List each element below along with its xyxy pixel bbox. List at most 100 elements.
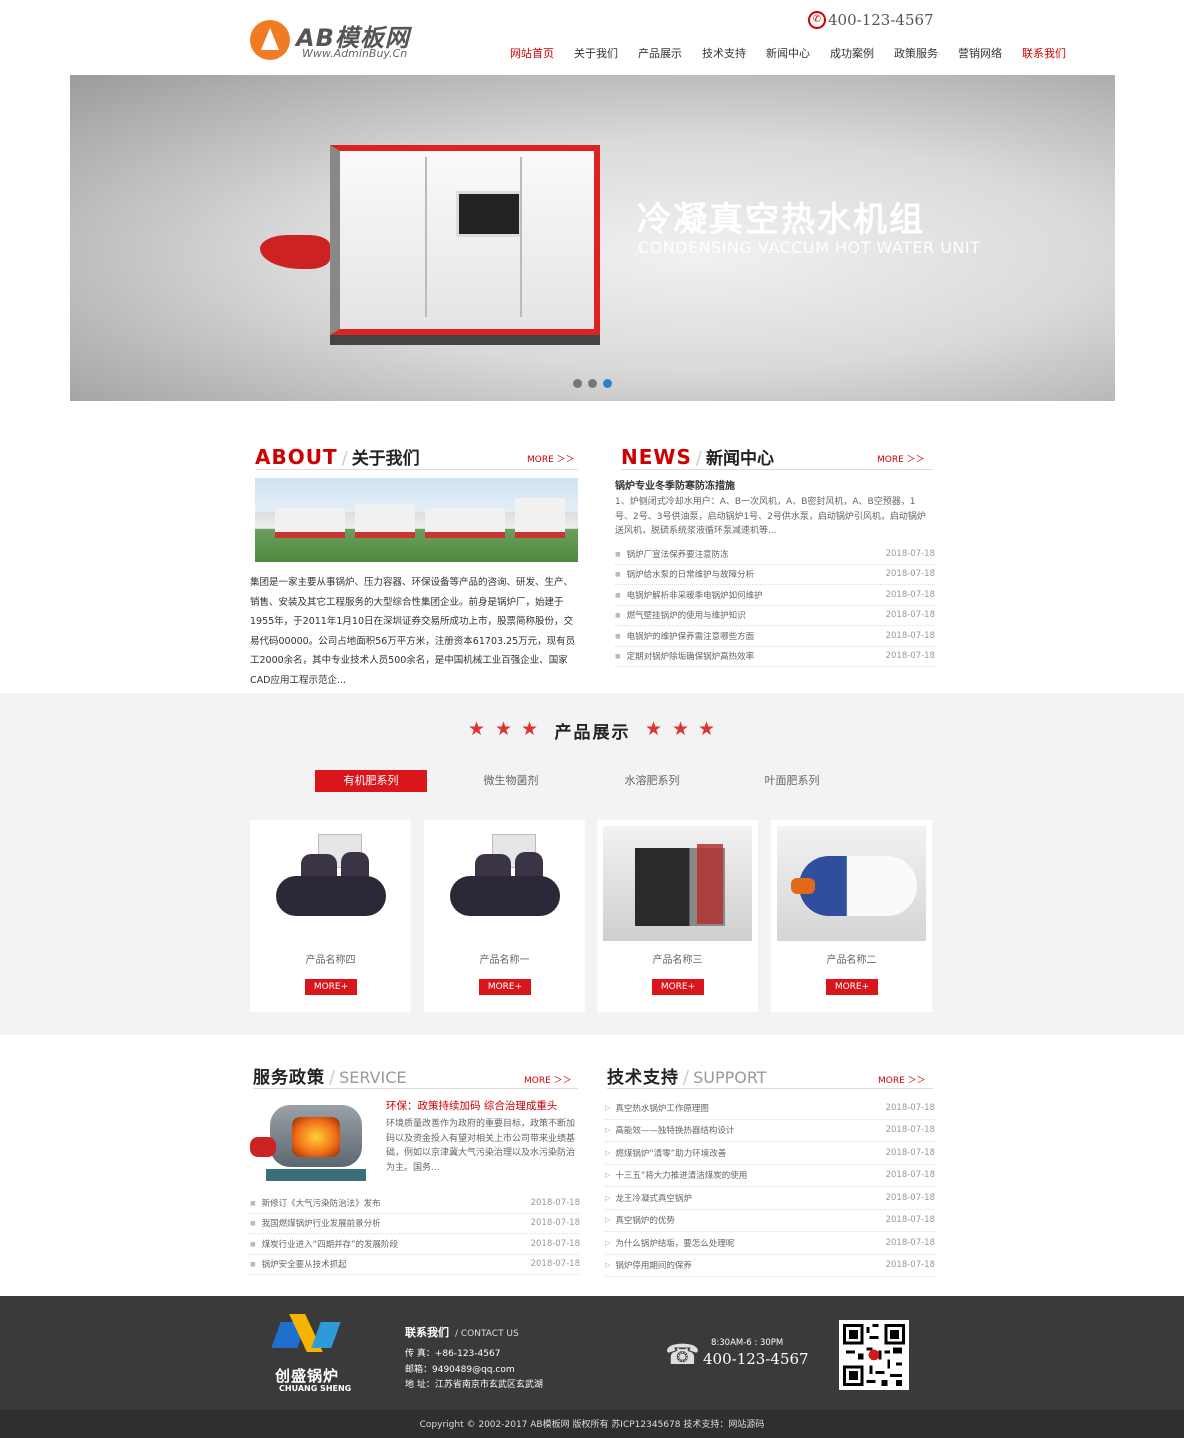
about-text: 集团是一家主要从事锅炉、压力容器、环保设备等产品的咨询、研发、生产、销售、安装及… — [250, 577, 576, 686]
slider-dot[interactable] — [588, 379, 597, 388]
service-summary: 环境质量改善作为政府的重要目标，政策不断加码以及资金投入有望对相关上市公司带来业… — [386, 1119, 576, 1173]
banner-title: 冷凝真空热水机组 — [637, 200, 925, 240]
support-list-item[interactable]: 龙王冷凝式真空锅炉2018-07-18 — [605, 1187, 935, 1210]
about-title-en: ABOUT — [255, 445, 338, 469]
support-title-cn: 技术支持 — [607, 1068, 679, 1088]
phone-icon: ✆ — [808, 11, 826, 29]
nav-cases[interactable]: 成功案例 — [820, 46, 884, 62]
telephone-icon: ☎ — [665, 1338, 700, 1371]
service-list-item[interactable]: 锅炉安全要从技术抓起2018-07-18 — [250, 1255, 580, 1275]
service-header: 服务政策 / SERVICE MORE ＞＞ — [253, 1063, 578, 1089]
products-section — [0, 693, 1184, 1035]
product-image[interactable] — [430, 826, 579, 941]
main-nav: 网站首页 关于我们 产品展示 技术支持 新闻中心 成功案例 政策服务 营销网络 … — [500, 46, 1076, 62]
qr-code-icon — [839, 1320, 909, 1390]
news-list-item[interactable]: 锅炉厂宣法保养要注意防冻2018-07-18 — [615, 544, 935, 565]
product-card[interactable]: 产品名称一 MORE+ — [424, 820, 585, 1012]
slider-dot[interactable] — [573, 379, 582, 388]
nav-products[interactable]: 产品展示 — [628, 46, 692, 62]
product-card[interactable]: 产品名称四 MORE+ — [250, 820, 411, 1012]
support-header: 技术支持 / SUPPORT MORE ＞＞ — [607, 1063, 933, 1089]
about-header: ABOUT / 关于我们 MORE ＞＞ — [255, 444, 578, 470]
product-image[interactable] — [256, 826, 405, 941]
product-more-button[interactable]: MORE+ — [479, 979, 531, 995]
service-image[interactable] — [250, 1097, 366, 1187]
tab-organic[interactable]: 有机肥系列 — [315, 770, 427, 792]
news-list-item[interactable]: 定期对锅炉除垢确保锅炉高热效率2018-07-18 — [615, 647, 935, 667]
product-image[interactable] — [603, 826, 752, 941]
nav-policy[interactable]: 政策服务 — [884, 46, 948, 62]
star-icon: ★ — [698, 718, 716, 740]
product-card[interactable]: 产品名称二 MORE+ — [771, 820, 932, 1012]
support-list: 真空热水锅炉工作原理图2018-07-18 高能效——独特换热器结构设计2018… — [605, 1097, 935, 1277]
service-list-item[interactable]: 我国燃煤锅炉行业发展前景分析2018-07-18 — [250, 1214, 580, 1234]
product-more-button[interactable]: MORE+ — [652, 979, 704, 995]
support-more-link[interactable]: MORE ＞＞ — [878, 1073, 926, 1086]
news-list-item[interactable]: 电锅炉解析非采暖季电锅炉如何维护2018-07-18 — [615, 585, 935, 606]
product-name[interactable]: 产品名称二 — [771, 951, 932, 966]
support-list-item[interactable]: 真空锅炉的优势2018-07-18 — [605, 1210, 935, 1232]
footer-phone: 400-123-4567 — [703, 1350, 809, 1368]
service-list: 新修订《大气污染防治法》发布2018-07-18 我国燃煤锅炉行业发展前景分析2… — [250, 1193, 580, 1275]
header-phone: 400-123-4567 — [828, 11, 934, 29]
nav-contact[interactable]: 联系我们 — [1012, 46, 1076, 62]
slider-dot-active[interactable] — [603, 379, 612, 388]
news-title-en: NEWS — [621, 445, 692, 469]
footer-brand: 创盛锅炉 — [275, 1367, 340, 1385]
support-list-item[interactable]: 十三五”将大力推进清洁煤炭的使用2018-07-18 — [605, 1165, 935, 1187]
service-list-item[interactable]: 新修订《大气污染防治法》发布2018-07-18 — [250, 1193, 580, 1214]
star-icon: ★ — [645, 718, 663, 740]
banner-subtitle: CONDENSING VACCUM HOT WATER UNIT — [638, 238, 981, 257]
footer-address: 地 址：江苏省南京市玄武区玄武湖 — [405, 1380, 543, 1390]
slider-dots — [573, 379, 612, 388]
footer-fax: 传 真：+86-123-4567 — [405, 1349, 501, 1359]
news-list-item[interactable]: 锅炉给水泵的日常维护与故障分析2018-07-18 — [615, 565, 935, 585]
service-title-cn: 服务政策 — [253, 1068, 325, 1088]
nav-home[interactable]: 网站首页 — [500, 46, 564, 62]
footer-logo-icon — [271, 1312, 341, 1354]
tab-foliar[interactable]: 叶面肥系列 — [736, 770, 848, 792]
product-card[interactable]: 产品名称三 MORE+ — [597, 820, 758, 1012]
support-list-item[interactable]: 高能效——独特换热器结构设计2018-07-18 — [605, 1120, 935, 1142]
logo-subtitle: Www.AdminBuy.Cn — [302, 47, 408, 60]
news-headline[interactable]: 锅炉专业冬季防寒防冻措施 — [615, 477, 735, 492]
tab-microbial[interactable]: 微生物菌剂 — [455, 770, 567, 792]
news-header: NEWS / 新闻中心 MORE ＞＞ — [621, 444, 933, 470]
logo-icon[interactable] — [250, 20, 290, 60]
about-title-cn: 关于我们 — [351, 449, 420, 469]
star-icon: ★ — [672, 718, 690, 740]
news-summary: 1、炉侧闭式冷却水用户：A、B一次风机，A、B密封风机，A、B空预器，1号、2号… — [615, 497, 926, 536]
nav-support[interactable]: 技术支持 — [692, 46, 756, 62]
about-more-link[interactable]: MORE ＞＞ — [527, 452, 575, 465]
service-title-en: SERVICE — [339, 1068, 407, 1087]
service-list-item[interactable]: 煤炭行业进入“四期并存”的发展阶段2018-07-18 — [250, 1234, 580, 1255]
service-more-link[interactable]: MORE ＞＞ — [524, 1073, 572, 1086]
product-more-button[interactable]: MORE+ — [826, 979, 878, 995]
support-list-item[interactable]: 为什么锅炉结垢，要怎么处理呢2018-07-18 — [605, 1232, 935, 1255]
product-image[interactable] — [777, 826, 926, 941]
news-list-item[interactable]: 燃气壁挂锅炉的使用与维护知识2018-07-18 — [615, 606, 935, 626]
support-list-item[interactable]: 真空热水锅炉工作原理图2018-07-18 — [605, 1097, 935, 1120]
nav-about[interactable]: 关于我们 — [564, 46, 628, 62]
footer-brand-en: CHUANG SHENG — [279, 1384, 352, 1393]
support-list-item[interactable]: 燃煤锅炉“清零”助力环境改善2018-07-18 — [605, 1142, 935, 1165]
news-list-item[interactable]: 电锅炉的维护保养需注意哪些方面2018-07-18 — [615, 626, 935, 647]
footer-contact-info: 传 真：+86-123-4567 邮箱：9490489@qq.com 地 址：江… — [405, 1347, 543, 1394]
nav-network[interactable]: 营销网络 — [948, 46, 1012, 62]
footer-contact-title: 联系我们 / CONTACT US — [405, 1326, 519, 1339]
about-company-photo — [255, 478, 578, 562]
product-name[interactable]: 产品名称四 — [250, 951, 411, 966]
boiler-image — [260, 130, 600, 350]
service-headline[interactable]: 环保：政策持续加码 综合治理成重头 — [386, 1098, 557, 1113]
news-title-cn: 新闻中心 — [705, 449, 774, 469]
product-more-button[interactable]: MORE+ — [305, 979, 357, 995]
footer-email: 邮箱：9490489@qq.com — [405, 1364, 515, 1375]
nav-news[interactable]: 新闻中心 — [756, 46, 820, 62]
copyright: Copyright © 2002-2017 AB模板网 版权所有 苏ICP123… — [0, 1410, 1184, 1438]
footer-hours: 8:30AM-6 : 30PM — [711, 1338, 784, 1348]
tab-water-soluble[interactable]: 水溶肥系列 — [596, 770, 708, 792]
product-name[interactable]: 产品名称一 — [424, 951, 585, 966]
product-name[interactable]: 产品名称三 — [597, 951, 758, 966]
support-list-item[interactable]: 锅炉停用期间的保养2018-07-18 — [605, 1255, 935, 1277]
news-more-link[interactable]: MORE ＞＞ — [877, 452, 925, 465]
